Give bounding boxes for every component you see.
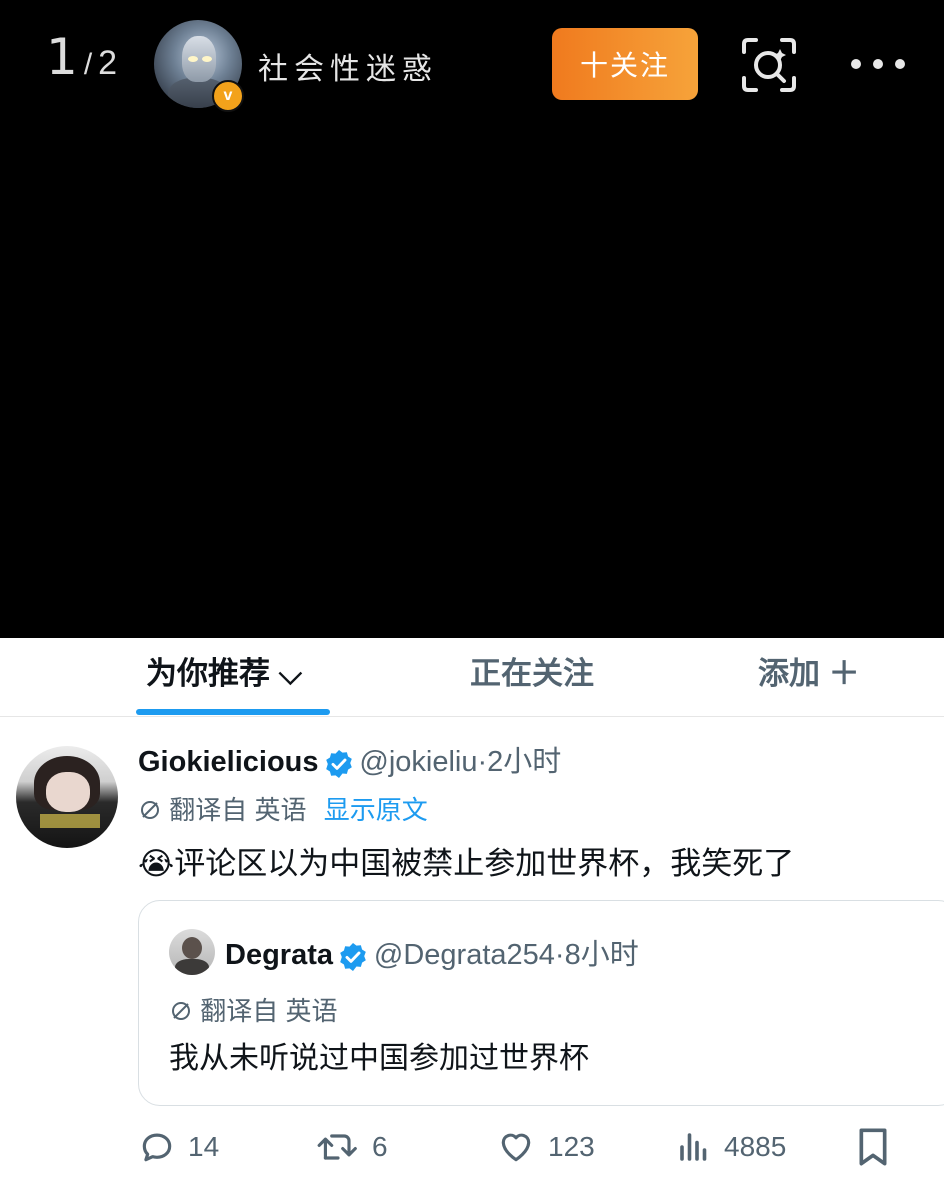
quoted-time: ·8小时 [554, 939, 639, 971]
translate-icon [169, 996, 200, 1026]
avatar-face [46, 772, 90, 812]
views-count: 4885 [724, 1131, 787, 1162]
views-button[interactable]: 4885 [676, 1122, 786, 1172]
tab-following[interactable]: 正在关注 [470, 648, 594, 693]
quoted-header: Degrata @Degrata254·8小时 [225, 931, 639, 978]
translate-icon [138, 795, 169, 825]
verified-check-icon [323, 748, 355, 785]
post-action-bar: 14 6 123 4885 [0, 1122, 944, 1172]
lens-icon[interactable] [740, 36, 798, 94]
page-counter: 1/2 [46, 22, 117, 92]
reply-count: 14 [188, 1131, 220, 1162]
bookmark-button[interactable] [856, 1122, 902, 1172]
reply-icon [142, 1133, 172, 1162]
post-text: 😭评论区以为中国被禁止参加世界杯，我笑死了 [138, 838, 794, 883]
tab-add[interactable]: 添加 ＋ [758, 648, 860, 693]
like-count: 123 [548, 1131, 595, 1162]
avatar-eye-right [202, 56, 212, 62]
feed-tabs: 为你推荐 ⌵ 正在关注 添加 ＋ [0, 638, 944, 717]
quoted-author-handle: @Degrata254 [373, 939, 555, 971]
page-separator: / [83, 48, 93, 81]
quoted-translation-row: 翻译自 英语 [169, 991, 337, 1028]
quoted-translated-from: 翻译自 英语 [200, 996, 338, 1026]
quoted-post[interactable]: Degrata @Degrata254·8小时 翻译自 英语 我从未听说过中国参… [138, 900, 944, 1106]
avatar-head [182, 937, 202, 959]
heart-icon [501, 1133, 531, 1162]
post-body: 评论区以为中国被禁止参加世界杯，我笑死了 [174, 846, 795, 881]
show-original-link[interactable]: 显示原文 [324, 795, 428, 825]
repost-icon [317, 1134, 357, 1160]
avatar-eye-left [188, 56, 198, 62]
avatar-torso [175, 959, 209, 975]
follow-button[interactable]: 十关注 [552, 28, 698, 100]
post-time: ·2小时 [477, 746, 562, 778]
quoted-author-name: Degrata [225, 939, 333, 971]
viewer-top-bar: 1/2 v 社会性迷惑 十关注 [0, 0, 944, 130]
repost-count: 6 [372, 1131, 388, 1162]
tab-for-you[interactable]: 为你推荐 ⌵ [146, 648, 302, 693]
post-author-handle[interactable]: @jokieliu [359, 746, 477, 778]
crying-emoji: 😭 [138, 846, 175, 881]
tweet-screenshot: 为你推荐 ⌵ 正在关注 添加 ＋ Giokielicious @jokieliu… [0, 638, 944, 1196]
views-icon [680, 1133, 707, 1161]
author-username[interactable]: 社会性迷惑 [258, 44, 438, 88]
quoted-body: 我从未听说过中国参加过世界杯 [169, 1042, 589, 1075]
translated-from-label: 翻译自 英语 [169, 795, 307, 825]
like-button[interactable]: 123 [496, 1122, 595, 1172]
post-author-name[interactable]: Giokielicious [138, 746, 319, 778]
translation-row: 翻译自 英语 显示原文 [138, 790, 428, 827]
quoted-author-avatar [169, 929, 215, 975]
verified-badge: v [212, 80, 244, 112]
reply-button[interactable]: 14 [138, 1122, 219, 1172]
post-author-avatar[interactable] [16, 746, 118, 848]
repost-button[interactable]: 6 [316, 1122, 388, 1172]
more-icon[interactable] [850, 52, 906, 76]
bookmark-icon [859, 1128, 887, 1166]
avatar-shirt-print [40, 814, 100, 828]
post-header: Giokielicious @jokieliu·2小时 [138, 738, 561, 785]
page-total: 2 [98, 44, 118, 82]
active-tab-indicator [136, 709, 330, 715]
page-current: 1 [46, 28, 78, 86]
verified-check-icon [337, 941, 369, 978]
